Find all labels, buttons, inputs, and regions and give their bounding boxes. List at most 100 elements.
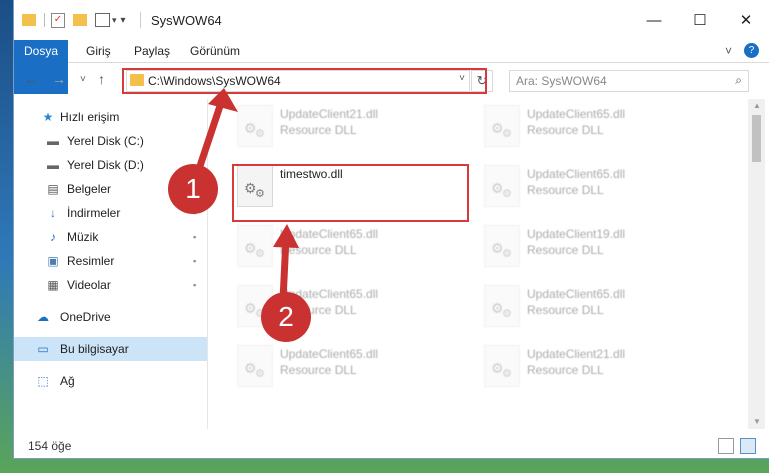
back-button[interactable]: ← [24,71,38,87]
file-item[interactable]: ⚙ ⚙ UpdateClient19.dll Resource DLL [479,219,715,273]
up-button[interactable]: ↑ [98,71,105,87]
pane-divider [207,99,208,429]
sidebar-item-label: Hızlı erişim [60,110,120,124]
file-name: UpdateClient65.dll [527,107,626,121]
file-name: UpdateClient19.dll [527,227,626,241]
sidebar-item-label: Bu bilgisayar [60,342,129,356]
new-folder-icon[interactable] [73,14,87,26]
file-name: UpdateClient65.dll [527,287,626,301]
sidebar-item-this-pc[interactable]: ▭ Bu bilgisayar [14,337,207,361]
dll-file-icon: ⚙ ⚙ [237,345,273,387]
sidebar-item-label: Müzik [67,230,99,244]
item-count: 154 öğe [28,439,72,453]
dll-file-icon: ⚙ ⚙ [237,225,273,267]
large-icons-view-icon[interactable] [740,438,756,454]
drive-icon: ▬ [47,134,59,148]
sidebar-item-label: Belgeler [67,182,112,196]
sidebar-item-label: Yerel Disk (C:) [67,134,144,148]
dll-file-icon: ⚙ ⚙ [237,105,273,147]
address-highlight-box [122,68,487,94]
file-item[interactable]: ⚙ ⚙ UpdateClient65.dll Resource DLL [479,159,715,213]
folder-icon[interactable] [22,14,36,26]
download-icon: ↓ [50,206,56,220]
maximize-button[interactable]: ☐ [677,0,723,40]
sidebar-item-videos[interactable]: ▦ Videolar ▪ [14,273,207,297]
expand-ribbon-icon[interactable]: ˅ [725,40,732,62]
properties-icon[interactable]: ✓ [51,12,65,28]
customize-toolbar-icon[interactable]: ▾ [121,15,126,26]
file-name: UpdateClient65.dll [527,167,626,181]
search-placeholder: Ara: SysWOW64 [516,74,607,88]
scroll-up-icon[interactable]: ▲ [753,101,761,110]
step-badge-1: 1 [168,164,218,214]
file-type: Resource DLL [280,123,357,137]
file-explorer-window: ✓ ▾ ▾ SysWOW64 — ☐ ✕ Dosya Giriş Paylaş … [14,0,769,458]
dll-file-icon: ⚙ ⚙ [484,285,520,327]
dll-file-icon: ⚙ ⚙ [484,105,520,147]
file-item[interactable]: ⚙ ⚙ UpdateClient21.dll Resource DLL [479,339,715,393]
file-type: Resource DLL [280,363,357,377]
scroll-down-icon[interactable]: ▼ [753,417,761,426]
file-type: Resource DLL [527,363,604,377]
file-item[interactable]: ⚙ ⚙ UpdateClient21.dll Resource DLL [232,99,468,153]
sidebar-item-pictures[interactable]: ▣ Resimler ▪ [14,249,207,273]
file-name: UpdateClient21.dll [527,347,626,361]
network-icon: ⬚ [37,374,49,388]
sidebar-item-onedrive[interactable]: ☁ OneDrive [14,305,207,329]
chevron-down-icon[interactable]: ▾ [112,15,117,26]
sidebar-item-quick-access[interactable]: ★ Hızlı erişim [14,105,207,129]
sidebar-item-music[interactable]: ♪ Müzik ▪ [14,225,207,249]
tab-paylas[interactable]: Paylaş [134,40,170,62]
navigation-pane: ★ Hızlı erişim ▬ Yerel Disk (C:) ▬ Yerel… [14,99,207,429]
search-input[interactable]: Ara: SysWOW64 ⌕ [509,70,749,92]
file-list: ⚙ ⚙ UpdateClient21.dll Resource DLL ⚙ ⚙ Up… [210,99,748,429]
file-item[interactable]: ⚙ ⚙ UpdateClient65.dll Resource DLL [232,219,468,273]
sidebar-item-label: Videolar [67,278,111,292]
file-item[interactable]: ⚙ ⚙ UpdateClient65.dll Resource DLL [479,99,715,153]
pin-icon[interactable]: ▪ [193,280,196,290]
pictures-icon: ▣ [47,254,59,268]
cloud-icon: ☁ [37,310,49,324]
layout-icon[interactable] [95,13,110,27]
file-item[interactable]: ⚙ ⚙ UpdateClient65.dll Resource DLL [232,339,468,393]
forward-button[interactable]: → [52,71,66,87]
file-type: Resource DLL [527,243,604,257]
file-type: Resource DLL [527,123,604,137]
star-icon: ★ [42,110,54,124]
drive-icon: ▬ [47,158,59,172]
documents-icon: ▤ [47,182,59,196]
tab-gorunum[interactable]: Görünüm [190,40,240,62]
file-name: UpdateClient65.dll [280,347,379,361]
dll-file-icon: ⚙ ⚙ [484,345,520,387]
sidebar-item-label: OneDrive [60,310,111,324]
quick-access-toolbar: ✓ ▾ ▾ [22,12,126,28]
sidebar-item-label: Ağ [60,374,75,388]
sidebar-item-local-disk-c[interactable]: ▬ Yerel Disk (C:) [14,129,207,153]
file-name: UpdateClient21.dll [280,107,379,121]
separator [44,13,45,27]
minimize-button[interactable]: — [631,0,677,40]
file-type: Resource DLL [280,243,357,257]
sidebar-item-label: İndirmeler [67,206,121,220]
file-highlight-box [232,164,469,222]
recent-locations-button[interactable]: ˅ [80,74,86,85]
pin-icon[interactable]: ▪ [193,256,196,266]
vertical-scrollbar[interactable]: ▲ ▼ [748,99,765,429]
dll-file-icon: ⚙ ⚙ [484,165,520,207]
sidebar-item-label: Yerel Disk (D:) [67,158,144,172]
pin-icon[interactable]: ▪ [193,232,196,242]
music-icon: ♪ [50,230,56,244]
step-badge-2: 2 [261,292,311,342]
window-title: SysWOW64 [151,13,222,28]
tab-giris[interactable]: Giriş [86,40,111,62]
details-view-icon[interactable] [718,438,734,454]
sidebar-item-network[interactable]: ⬚ Ağ [14,369,207,393]
computer-icon: ▭ [37,342,49,356]
file-item[interactable]: ⚙ ⚙ UpdateClient65.dll Resource DLL [479,279,715,333]
help-icon[interactable]: ? [744,43,759,58]
close-button[interactable]: ✕ [723,0,769,40]
file-name: UpdateClient65.dll [280,227,379,241]
status-bar: 154 öğe [14,430,769,458]
file-type: Resource DLL [527,183,604,197]
scrollbar-thumb[interactable] [752,115,761,162]
